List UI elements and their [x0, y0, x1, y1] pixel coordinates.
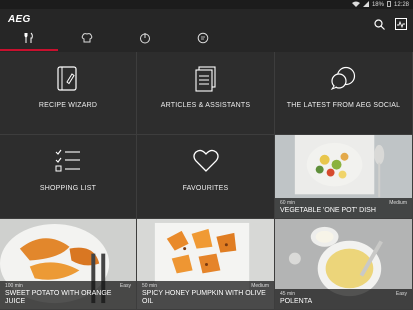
- recipe-wizard-label: RECIPE WIZARD: [38, 102, 98, 109]
- recipe-time: 45 min: [280, 291, 296, 297]
- checklist-icon: [55, 149, 81, 178]
- tab-bar: [0, 29, 232, 51]
- shopping-list-tile[interactable]: SHOPPING LIST: [0, 135, 137, 219]
- fork-knife-icon: [23, 31, 35, 49]
- recipe-title: VEGETABLE 'ONE POT' DISH: [280, 207, 376, 214]
- tab-recipes[interactable]: [0, 29, 58, 51]
- clock: 12:28: [393, 1, 409, 8]
- battery-level: 18%: [371, 1, 384, 8]
- tab-chef[interactable]: [58, 29, 116, 51]
- recipe-info: 45 min Easy POLENTA: [275, 289, 412, 309]
- recipe-wizard-tile[interactable]: RECIPE WIZARD: [0, 52, 137, 135]
- tab-power[interactable]: [116, 29, 174, 51]
- recipe-info: 100 min Easy SWEET POTATO WITH ORANGE JUI…: [0, 281, 136, 309]
- social-tile[interactable]: THE LATEST FROM AEG SOCIAL: [275, 52, 413, 135]
- recipe-level: Medium: [251, 283, 269, 289]
- recipe-info: 60 min Medium VEGETABLE 'ONE POT' DISH: [275, 198, 412, 218]
- tab-chat[interactable]: [174, 29, 232, 51]
- recipe-info: 50 min Medium SPICY HONEY PUMPKIN WITH OL…: [137, 281, 274, 309]
- shopping-list-label: SHOPPING LIST: [39, 185, 97, 192]
- power-icon: [139, 31, 151, 49]
- favourites-tile[interactable]: FAVOURITES: [137, 135, 275, 219]
- recipe-level: Medium: [389, 200, 407, 206]
- recipe-book-icon: [57, 66, 79, 97]
- recipe-time: 60 min: [280, 200, 296, 206]
- recipe-title: SPICY HONEY PUMPKIN WITH OLIVE OIL: [142, 290, 266, 305]
- heart-icon: [192, 149, 219, 178]
- recipe-level: Easy: [119, 283, 131, 289]
- chef-hat-icon: [81, 31, 93, 49]
- social-label: THE LATEST FROM AEG SOCIAL: [286, 102, 401, 109]
- articles-icon: [194, 66, 217, 97]
- recipe-level: Easy: [395, 291, 407, 297]
- signal-icon: [362, 0, 369, 9]
- recipe-time: 50 min: [142, 283, 158, 289]
- app-bar: AEG: [0, 9, 413, 53]
- recipe-card-pumpkin[interactable]: 50 min Medium SPICY HONEY PUMPKIN WITH OL…: [137, 219, 275, 310]
- search-icon[interactable]: [374, 17, 385, 35]
- status-bar: 18% 12:28: [0, 0, 413, 9]
- chat-bubble-icon: [197, 31, 209, 49]
- battery-icon: [387, 0, 391, 9]
- recipe-card-vegetable[interactable]: 60 min Medium VEGETABLE 'ONE POT' DISH: [275, 135, 413, 219]
- recipe-title: POLENTA: [280, 298, 313, 305]
- social-chat-icon: [330, 66, 358, 95]
- favourites-label: FAVOURITES: [182, 185, 229, 192]
- recipe-time: 100 min: [5, 283, 23, 289]
- aeg-logo: AEG: [8, 14, 31, 25]
- recipe-card-sweet-potato[interactable]: 100 min Easy SWEET POTATO WITH ORANGE JUI…: [0, 219, 137, 310]
- articles-label: ARTICLES & ASSISTANTS: [160, 102, 251, 109]
- home-grid: RECIPE WIZARD ARTICLES & ASSISTANTS THE …: [0, 52, 413, 310]
- recipe-title: SWEET POTATO WITH ORANGE JUICE: [5, 290, 112, 305]
- oven-connect-icon[interactable]: [395, 17, 407, 35]
- wifi-icon: [351, 1, 360, 9]
- recipe-card-polenta[interactable]: 45 min Easy POLENTA: [275, 219, 413, 310]
- articles-tile[interactable]: ARTICLES & ASSISTANTS: [137, 52, 275, 135]
